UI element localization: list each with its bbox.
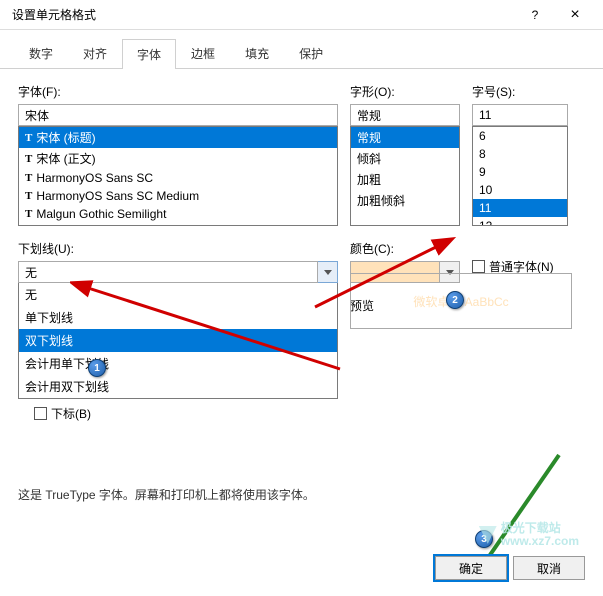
checkbox-icon (34, 407, 47, 420)
size-label: 字号(S): (472, 83, 568, 100)
style-input[interactable]: 常规 (350, 104, 460, 126)
tab-strip: 数字 对齐 字体 边框 填充 保护 (0, 30, 603, 69)
chevron-down-icon (324, 270, 332, 275)
tab-border[interactable]: 边框 (176, 38, 230, 68)
list-item[interactable]: 倾斜 (351, 148, 459, 169)
underline-dropdown[interactable]: 无 单下划线 双下划线 会计用单下划线 会计用双下划线 (18, 283, 338, 399)
list-item[interactable]: THarmonyOS Sans SC (19, 169, 337, 187)
title-bar: 设置单元格格式 ? × (0, 0, 603, 30)
list-item[interactable]: 12 (473, 217, 567, 226)
style-listbox[interactable]: 常规 倾斜 加粗 加粗倾斜 (350, 126, 460, 226)
dialog-footer: 确定 取消 (435, 556, 585, 580)
underline-label: 下划线(U): (18, 240, 338, 257)
tab-align[interactable]: 对齐 (68, 38, 122, 68)
truetype-icon: T (25, 153, 32, 165)
dialog-body: 字体(F): 宋体 T宋体 (标题) T宋体 (正文) THarmonyOS S… (0, 69, 603, 517)
help-button[interactable]: ? (515, 1, 555, 29)
list-item[interactable]: 10 (473, 181, 567, 199)
truetype-icon: T (25, 172, 32, 184)
annotation-badge-2: 2 (446, 291, 464, 309)
list-item[interactable]: T宋体 (标题) (19, 127, 337, 148)
list-item[interactable]: 双下划线 (19, 329, 337, 352)
close-button[interactable]: × (555, 1, 595, 29)
color-label: 颜色(C): (350, 240, 460, 257)
tab-number[interactable]: 数字 (14, 38, 68, 68)
underline-input[interactable]: 无 (18, 261, 318, 283)
size-listbox[interactable]: 6 8 9 10 11 12 (472, 126, 568, 226)
list-item[interactable]: T宋体 (正文) (19, 148, 337, 169)
tab-protect[interactable]: 保护 (284, 38, 338, 68)
list-item[interactable]: 8 (473, 145, 567, 163)
font-input[interactable]: 宋体 (18, 104, 338, 126)
font-label: 字体(F): (18, 83, 338, 100)
truetype-icon: T (25, 132, 32, 144)
list-item[interactable]: 无 (19, 283, 337, 306)
list-item[interactable]: 常规 (351, 127, 459, 148)
list-item[interactable]: 加粗倾斜 (351, 190, 459, 211)
list-item[interactable]: 9 (473, 163, 567, 181)
subscript-checkbox[interactable]: 下标(B) (34, 405, 338, 422)
font-description: 这是 TrueType 字体。屏幕和打印机上都将使用该字体。 (18, 486, 585, 503)
truetype-icon: T (25, 190, 32, 202)
list-item[interactable]: 会计用单下划线 (19, 352, 337, 375)
list-item[interactable]: 11 (473, 199, 567, 217)
list-item[interactable]: 6 (473, 127, 567, 145)
list-item[interactable]: TMicrosoft YaHei UI (19, 223, 337, 226)
annotation-badge-1: 1 (88, 359, 106, 377)
style-label: 字形(O): (350, 83, 460, 100)
list-item[interactable]: 加粗 (351, 169, 459, 190)
list-item[interactable]: 单下划线 (19, 306, 337, 329)
watermark-icon (479, 526, 497, 544)
tab-fill[interactable]: 填充 (230, 38, 284, 68)
underline-combo[interactable]: 无 (18, 261, 338, 283)
truetype-icon: T (25, 208, 32, 220)
watermark: 极光下载站 www.xz7.com (479, 522, 579, 548)
size-input[interactable]: 11 (472, 104, 568, 126)
list-item[interactable]: 会计用双下划线 (19, 375, 337, 398)
ok-button[interactable]: 确定 (435, 556, 507, 580)
font-listbox[interactable]: T宋体 (标题) T宋体 (正文) THarmonyOS Sans SC THa… (18, 126, 338, 226)
tab-font[interactable]: 字体 (122, 39, 176, 69)
cancel-button[interactable]: 取消 (513, 556, 585, 580)
list-item[interactable]: TMalgun Gothic Semilight (19, 205, 337, 223)
subscript-label: 下标(B) (51, 405, 91, 422)
window-title: 设置单元格格式 (8, 6, 515, 23)
underline-dropdown-button[interactable] (318, 261, 338, 283)
list-item[interactable]: THarmonyOS Sans SC Medium (19, 187, 337, 205)
